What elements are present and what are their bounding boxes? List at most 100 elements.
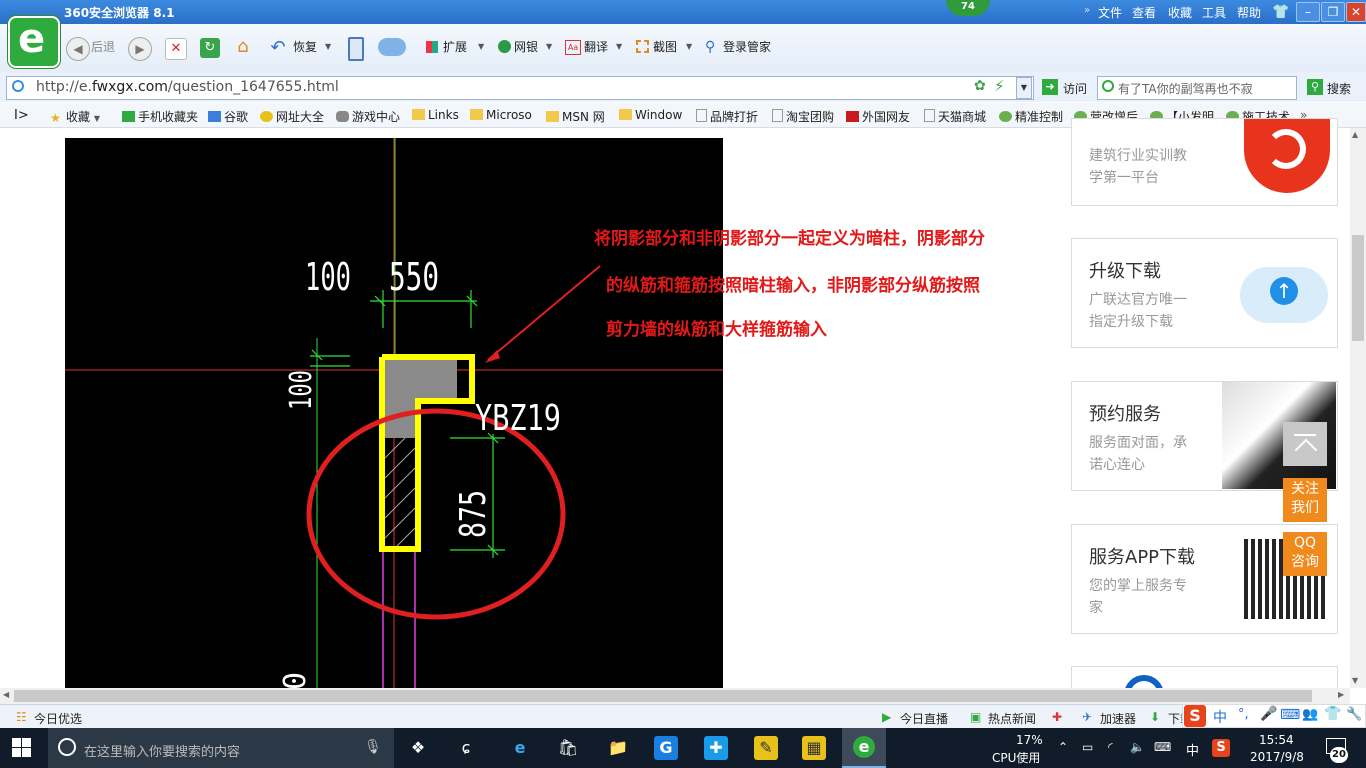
plus-app-icon[interactable]: ✚ (704, 736, 728, 760)
minimize-button[interactable]: – (1296, 2, 1320, 22)
extensions-icon[interactable] (426, 41, 438, 53)
medical-icon[interactable]: ✚ (1052, 710, 1062, 724)
ime-user-icon[interactable]: 👥 (1302, 707, 1318, 722)
scroll-up-icon[interactable]: ▲ (1352, 130, 1358, 139)
cloud-icon[interactable] (378, 38, 406, 56)
live-icon[interactable]: ▶ (882, 710, 891, 724)
stop-icon[interactable]: ✕ (165, 38, 187, 60)
bookmark-item[interactable]: 天猫商城 (924, 108, 986, 125)
sidebar-card-upgrade[interactable]: 升级下载 广联达官方唯一 指定升级下载 ↑ (1071, 238, 1338, 348)
bookmark-item[interactable]: 品牌打折 (696, 108, 758, 125)
today-picks-link[interactable]: 今日优选 (34, 710, 82, 727)
today-live-link[interactable]: 今日直播 (900, 710, 948, 727)
active-browser-task[interactable]: e (842, 728, 886, 768)
extensions-button[interactable]: 扩展 (443, 34, 467, 60)
chevron-down-icon[interactable]: ▼ (325, 42, 331, 51)
translate-icon[interactable]: Aa (565, 40, 581, 55)
file-explorer-icon[interactable]: 📁 (606, 736, 630, 760)
accelerator-link[interactable]: 加速器 (1100, 710, 1136, 727)
bookmark-item[interactable]: Microso (470, 108, 532, 122)
edge-browser-icon[interactable]: e (508, 736, 532, 760)
ime-keyboard-icon[interactable]: ⌨ (1280, 707, 1300, 723)
menu-tools[interactable]: 工具 (1202, 4, 1226, 21)
calculator-app-icon[interactable]: ▦ (802, 736, 826, 760)
restore-button[interactable]: 恢复 (293, 34, 317, 60)
menu-favorites[interactable]: 收藏 (1168, 4, 1192, 21)
ime-skin-icon[interactable]: 👕 (1324, 706, 1341, 722)
store-icon[interactable]: 🛍 (556, 736, 580, 760)
clock-time[interactable]: 15:54 (1259, 733, 1294, 747)
bookmark-favorites[interactable]: ★ 收藏 ▼ (50, 108, 100, 125)
sogou-ime-icon[interactable]: S (1184, 705, 1206, 727)
netbank-icon[interactable] (498, 40, 511, 53)
rocket-icon[interactable]: ✈ (1082, 710, 1092, 724)
ime-punctuation-icon[interactable]: °, (1238, 707, 1249, 722)
swirl-app-icon[interactable]: ɕ (454, 736, 478, 760)
sidebar-toggle-icon[interactable]: I> (14, 108, 29, 123)
bookmark-item[interactable]: 网址大全 (260, 108, 324, 125)
url-text[interactable]: http://e.fwxgx.com/question_1647655.html (36, 79, 339, 95)
go-arrow-icon[interactable]: ➜ (1042, 79, 1058, 95)
scroll-down-icon[interactable]: ▼ (1352, 676, 1358, 685)
home-icon[interactable]: ⌂ (233, 37, 253, 57)
screenshot-button[interactable]: 截图 (653, 34, 677, 60)
notification-count[interactable]: 20 (1330, 747, 1348, 763)
wifi-icon[interactable]: ◜ (1108, 740, 1113, 754)
microphone-icon[interactable]: 🎙 (364, 739, 382, 755)
cortana-icon[interactable] (58, 738, 76, 756)
undo-icon[interactable]: ↶ (268, 38, 288, 58)
taskbar-search-placeholder[interactable]: 在这里输入你要搜索的内容 (84, 741, 240, 760)
download-icon[interactable]: ⬇ (1150, 710, 1160, 724)
sidebar-card-training[interactable]: 建筑行业实训教 学第一平台 (1071, 118, 1338, 206)
today-picks-icon[interactable]: ☷ (16, 710, 27, 724)
refresh-icon[interactable]: ↻ (200, 38, 220, 58)
vertical-scroll-thumb[interactable] (1352, 235, 1364, 341)
qq-consult-button[interactable]: QQ 咨询 (1283, 532, 1327, 576)
vertical-scrollbar[interactable] (1350, 128, 1366, 688)
glodon-g-icon[interactable]: G (654, 736, 678, 760)
ime-chinese-mode[interactable]: 中 (1213, 707, 1227, 727)
chevron-down-icon[interactable]: ▼ (686, 42, 692, 51)
bookmark-item[interactable]: 淘宝团购 (772, 108, 834, 125)
scroll-right-icon[interactable]: ▶ (1338, 690, 1344, 699)
chevron-down-icon[interactable]: ▼ (478, 42, 484, 51)
back-arrow-icon[interactable]: ◀ (66, 37, 90, 61)
chevron-down-icon[interactable]: ▼ (546, 42, 552, 51)
search-placeholder[interactable]: 有了TA你的副驾再也不寂 (1118, 80, 1293, 97)
shirt-icon[interactable]: 👕 (1272, 4, 1289, 20)
bookmark-item[interactable]: Window (619, 108, 682, 122)
search-engine-icon[interactable] (1102, 80, 1114, 92)
volume-icon[interactable]: 🔈 (1130, 740, 1145, 754)
bookmark-item[interactable]: MSN 网 (546, 108, 605, 125)
task-view-icon[interactable]: ❖ (406, 736, 430, 760)
bookmark-item[interactable]: 游戏中心 (336, 108, 400, 125)
url-dropdown-icon[interactable]: ▼ (1016, 77, 1032, 99)
sogou-tray-icon[interactable]: S (1212, 739, 1230, 757)
ime-tools-icon[interactable]: 🔧 (1346, 707, 1362, 722)
browser-logo-icon[interactable]: e (8, 16, 60, 68)
lightning-icon[interactable]: ⚡ (994, 77, 1005, 95)
back-to-top-button[interactable] (1283, 422, 1327, 466)
chevron-down-icon[interactable]: ▼ (616, 42, 622, 51)
scroll-left-icon[interactable]: ◀ (3, 690, 9, 699)
netbank-button[interactable]: 网银 (514, 34, 538, 60)
translate-button[interactable]: 翻译 (584, 34, 608, 60)
search-button[interactable]: 搜索 (1327, 80, 1351, 97)
horizontal-scroll-thumb[interactable] (14, 690, 1312, 702)
menu-help[interactable]: 帮助 (1237, 4, 1261, 21)
login-manager-button[interactable]: 登录管家 (723, 34, 771, 60)
touch-keyboard-icon[interactable]: ⌨ (1154, 740, 1171, 754)
more-menu-icon[interactable]: » (1084, 5, 1090, 16)
bookmark-item[interactable]: 精准控制 (999, 108, 1063, 125)
bookmark-item[interactable]: 外国网友 (846, 108, 910, 125)
battery-icon[interactable]: ▭ (1082, 740, 1093, 754)
phone-icon[interactable] (348, 37, 364, 61)
forward-arrow-icon[interactable]: ▶ (128, 37, 152, 61)
menu-view[interactable]: 查看 (1132, 4, 1156, 21)
bookmark-item[interactable]: 手机收藏夹 (122, 108, 198, 125)
close-window-button[interactable]: ✕ (1346, 2, 1366, 22)
screenshot-icon[interactable] (636, 40, 649, 53)
maximize-button[interactable]: ❐ (1321, 2, 1345, 22)
bookmark-item[interactable]: Links (412, 108, 459, 122)
search-icon[interactable]: ⚲ (1307, 79, 1323, 95)
